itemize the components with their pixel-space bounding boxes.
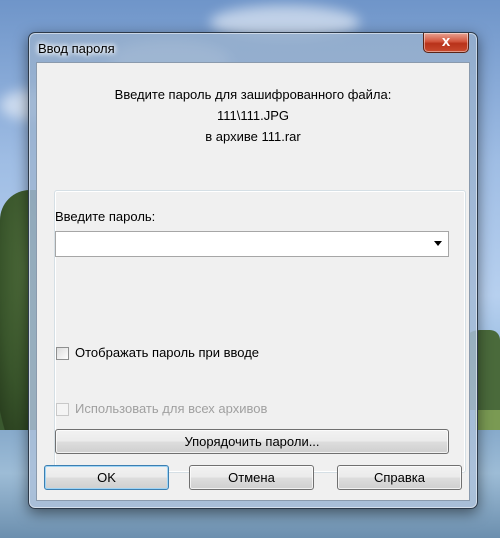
close-icon: x (441, 33, 451, 50)
file-name: 111\111.JPG (216, 108, 290, 123)
password-dialog: Ввод пароля x Введите пароль для зашифро… (28, 32, 478, 509)
cancel-button[interactable]: Отмена (189, 465, 314, 490)
dropdown-arrow-icon[interactable] (434, 241, 442, 246)
prompt-text: Введите пароль для зашифрованного файла: (114, 87, 392, 102)
use-for-all-label: Использовать для всех архивов (75, 401, 268, 416)
ok-button[interactable]: OK (44, 465, 169, 490)
help-button[interactable]: Справка (337, 465, 462, 490)
close-button[interactable]: x (423, 33, 469, 53)
password-label: Введите пароль: (55, 209, 156, 224)
password-combobox[interactable] (55, 231, 449, 257)
show-password-label[interactable]: Отображать пароль при вводе (75, 345, 259, 360)
dialog-client-area: Введите пароль для зашифрованного файла:… (36, 62, 470, 501)
show-password-checkbox[interactable] (56, 347, 69, 360)
archive-name: в архиве 111.rar (205, 129, 301, 144)
dialog-title: Ввод пароля (38, 41, 115, 56)
organize-passwords-button[interactable]: Упорядочить пароли... (55, 429, 449, 454)
use-for-all-checkbox[interactable] (56, 403, 69, 416)
